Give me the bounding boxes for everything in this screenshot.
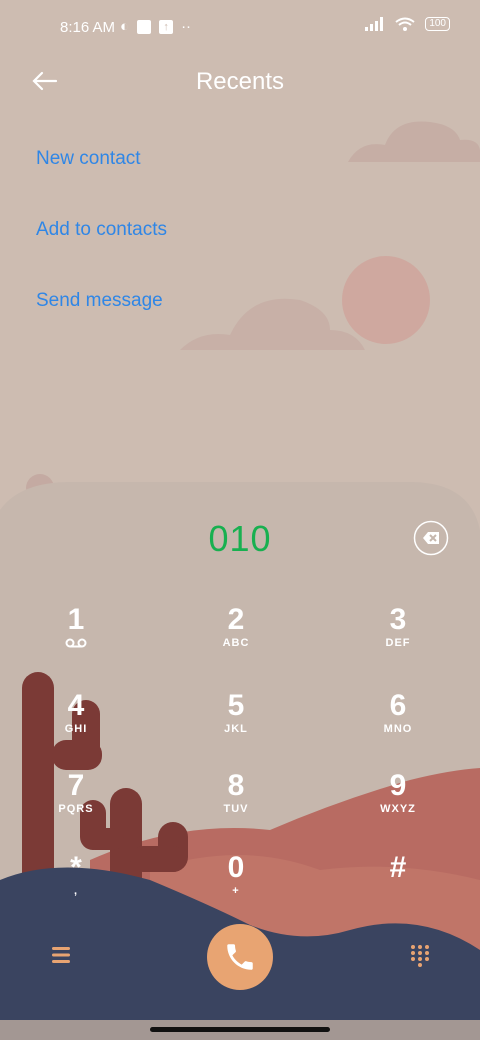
key-0[interactable]: 0 +	[176, 852, 296, 922]
signal-icon	[365, 17, 384, 31]
page-title: Recents	[195, 68, 285, 95]
status-time: 8:16 AM	[60, 19, 116, 36]
square-app-icon	[137, 19, 152, 34]
key-hash[interactable]: #	[338, 852, 458, 922]
wifi-icon	[395, 17, 415, 31]
key-7[interactable]: 7 PQRS	[16, 770, 136, 840]
key-2[interactable]: 2 ABC	[176, 604, 296, 674]
call-button[interactable]	[207, 924, 273, 990]
key-3[interactable]: 3 DEF	[338, 604, 458, 674]
key-8[interactable]: 8 TUV	[176, 770, 296, 840]
key-5[interactable]: 5 JKL	[176, 690, 296, 760]
key-9[interactable]: 9 WXYZ	[338, 770, 458, 840]
key-4[interactable]: 4 GHI	[16, 690, 136, 760]
upload-icon: ↑	[159, 19, 174, 34]
more-notifications-icon: ··	[181, 18, 192, 35]
phone-icon	[227, 944, 253, 970]
dialpad-icon[interactable]	[408, 943, 432, 967]
home-gesture-handle[interactable]	[150, 1027, 330, 1032]
status-bar: 8:16 AM ◐ ↑ ·· 100	[0, 0, 480, 56]
delete-digit-icon[interactable]	[413, 520, 449, 556]
app-header: Recents	[0, 56, 480, 106]
battery-icon: 100	[425, 17, 450, 31]
system-icons: 100	[365, 17, 450, 31]
vpn-icon: ◐	[120, 18, 130, 35]
dialed-number: 010	[208, 518, 272, 559]
new-contact-link[interactable]: New contact	[36, 148, 141, 170]
key-star[interactable]: * ,	[16, 852, 136, 922]
menu-icon[interactable]	[50, 946, 72, 964]
key-6[interactable]: 6 MNO	[338, 690, 458, 760]
key-1[interactable]: 1	[16, 604, 136, 674]
voicemail-icon	[65, 638, 87, 648]
add-to-contacts-link[interactable]: Add to contacts	[36, 219, 167, 241]
send-message-link[interactable]: Send message	[36, 290, 163, 312]
notification-icons: ◐ ↑ ··	[120, 18, 191, 35]
